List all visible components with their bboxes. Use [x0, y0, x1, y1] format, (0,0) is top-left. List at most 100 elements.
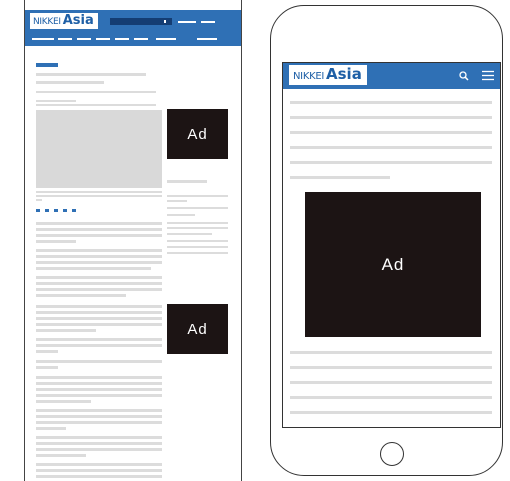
mobile-header: NIKKEI Asia [283, 63, 500, 89]
nav-dash [178, 21, 196, 23]
nav-dash [134, 38, 148, 40]
body-line [36, 427, 66, 430]
body-line [36, 360, 162, 363]
body-line [36, 350, 58, 353]
desktop-mockup: NIKKEI Asia Ad Ad [24, 0, 242, 481]
caption-line [36, 199, 42, 201]
body-line [36, 463, 162, 466]
sidebar-line [167, 195, 228, 197]
hamburger-menu-icon[interactable] [482, 70, 494, 81]
desktop-header: NIKKEI Asia [25, 10, 241, 46]
blue-dot [54, 209, 58, 212]
body-line [36, 305, 162, 308]
mobile-text-line [290, 176, 390, 179]
logo-asia-text: Asia [326, 65, 362, 83]
mobile-text-line [290, 116, 492, 119]
body-line [36, 475, 162, 478]
mobile-text-line [290, 366, 492, 369]
body-line [36, 228, 162, 231]
body-line [36, 400, 91, 403]
body-line [36, 338, 162, 341]
nav-dash [201, 21, 215, 23]
nav-dash [115, 38, 129, 40]
nav-dash [32, 38, 54, 40]
phone-screen: NIKKEI Asia Ad [282, 62, 501, 428]
sidebar-line [167, 200, 187, 202]
body-line [36, 421, 162, 424]
body-line [36, 388, 162, 391]
caption-line [36, 191, 162, 193]
sidebar-line [167, 227, 228, 229]
body-line [36, 448, 162, 451]
body-line [36, 282, 162, 285]
nav-dash [96, 38, 110, 40]
headline-line [36, 73, 146, 76]
body-line [36, 255, 162, 258]
body-line [36, 376, 162, 379]
logo-nikkei-text: NIKKEI [33, 17, 61, 27]
body-line [36, 329, 96, 332]
subhead-line [36, 91, 156, 93]
body-line [36, 469, 162, 472]
body-line [36, 311, 162, 314]
body-line [36, 366, 58, 369]
mobile-text-line [290, 411, 492, 414]
section-tag [36, 63, 58, 67]
blue-dot [63, 209, 67, 212]
body-line [36, 267, 151, 270]
search-icon[interactable] [459, 71, 469, 81]
body-line [36, 442, 162, 445]
sidebar-line [167, 214, 195, 216]
sidebar-line [167, 233, 212, 235]
hero-image-placeholder [36, 110, 162, 188]
body-line [36, 394, 162, 397]
body-line [36, 317, 162, 320]
phone-home-button[interactable] [380, 442, 404, 466]
mobile-logo: NIKKEI Asia [289, 65, 367, 85]
blue-dot [36, 209, 40, 212]
body-line [36, 240, 76, 243]
sidebar-line [167, 240, 228, 242]
headline-line [36, 81, 104, 84]
body-line [36, 294, 126, 297]
sidebar-line [167, 252, 228, 254]
nav-dash [197, 38, 217, 40]
byline-line [36, 100, 76, 102]
mobile-text-line [290, 146, 492, 149]
mobile-text-line [290, 381, 492, 384]
logo-nikkei-text: NIKKEI [293, 71, 325, 82]
logo-asia-text: Asia [62, 13, 94, 28]
blue-dot [72, 209, 76, 212]
body-line [36, 261, 162, 264]
body-line [36, 222, 162, 225]
desktop-ad-top: Ad [167, 109, 228, 159]
desktop-logo: NIKKEI Asia [30, 13, 98, 29]
desktop-search-field [110, 18, 172, 25]
body-line [36, 409, 162, 412]
nav-dash [156, 38, 176, 40]
blue-dot [45, 209, 49, 212]
body-line [36, 382, 162, 385]
byline-line [36, 104, 156, 106]
nav-dash [58, 38, 72, 40]
desktop-ad-bottom: Ad [167, 304, 228, 354]
body-line [36, 288, 162, 291]
mobile-text-line [290, 101, 492, 104]
caption-line [36, 195, 162, 197]
sidebar-line [167, 222, 228, 224]
sidebar-line [167, 246, 228, 248]
body-line [36, 436, 162, 439]
nav-dash [77, 38, 91, 40]
mobile-text-line [290, 351, 492, 354]
body-line [36, 234, 162, 237]
mobile-ad: Ad [305, 192, 481, 337]
sidebar-heading [167, 180, 207, 183]
body-line [36, 249, 162, 252]
mobile-text-line [290, 131, 492, 134]
body-line [36, 454, 86, 457]
body-line [36, 415, 162, 418]
body-line [36, 276, 162, 279]
mobile-text-line [290, 396, 492, 399]
body-line [36, 323, 162, 326]
body-line [36, 344, 162, 347]
